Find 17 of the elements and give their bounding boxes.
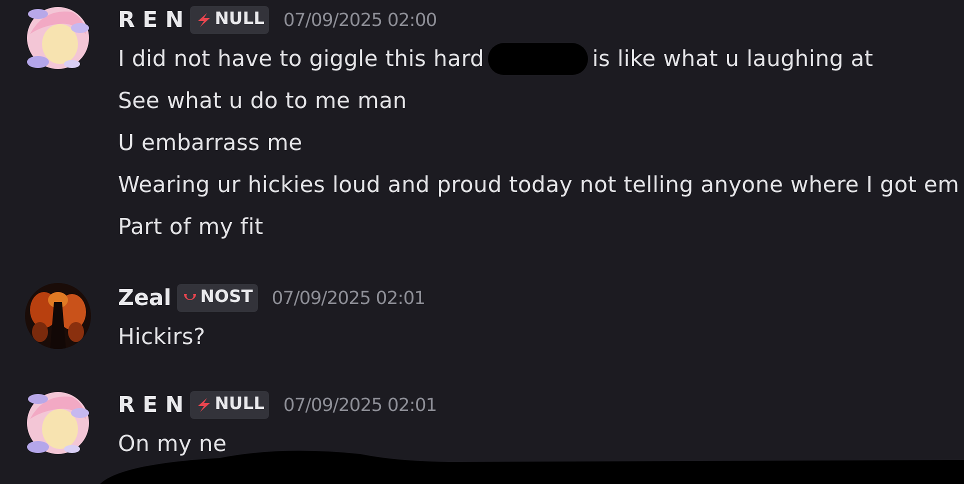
role-tag: NOST [177,284,258,312]
message-text: Wearing ur hickies loud and proud today not telling anyone where I got em [118,172,960,200]
message-text: Hickirs? [118,324,206,352]
timestamp: 07/09/2025 02:01 [272,286,426,310]
message-text: is like what u laughing at [592,46,874,74]
role-tag: NULL [190,6,270,34]
username[interactable]: Zeal [118,282,172,314]
username[interactable]: R E N [118,388,184,422]
timestamp: 07/09/2025 02:01 [283,394,437,418]
message-text: U embarrass me [118,130,302,158]
username[interactable]: R E N [118,4,184,36]
timestamp: 07/09/2025 02:00 [283,8,437,32]
message-text: Part of my fit [118,214,264,242]
message-text: On my ne [118,430,227,458]
role-tag: NULL [190,391,270,419]
message-text: I did not have to giggle this hard [118,46,484,74]
message-text: See what u do to me man [118,88,407,116]
